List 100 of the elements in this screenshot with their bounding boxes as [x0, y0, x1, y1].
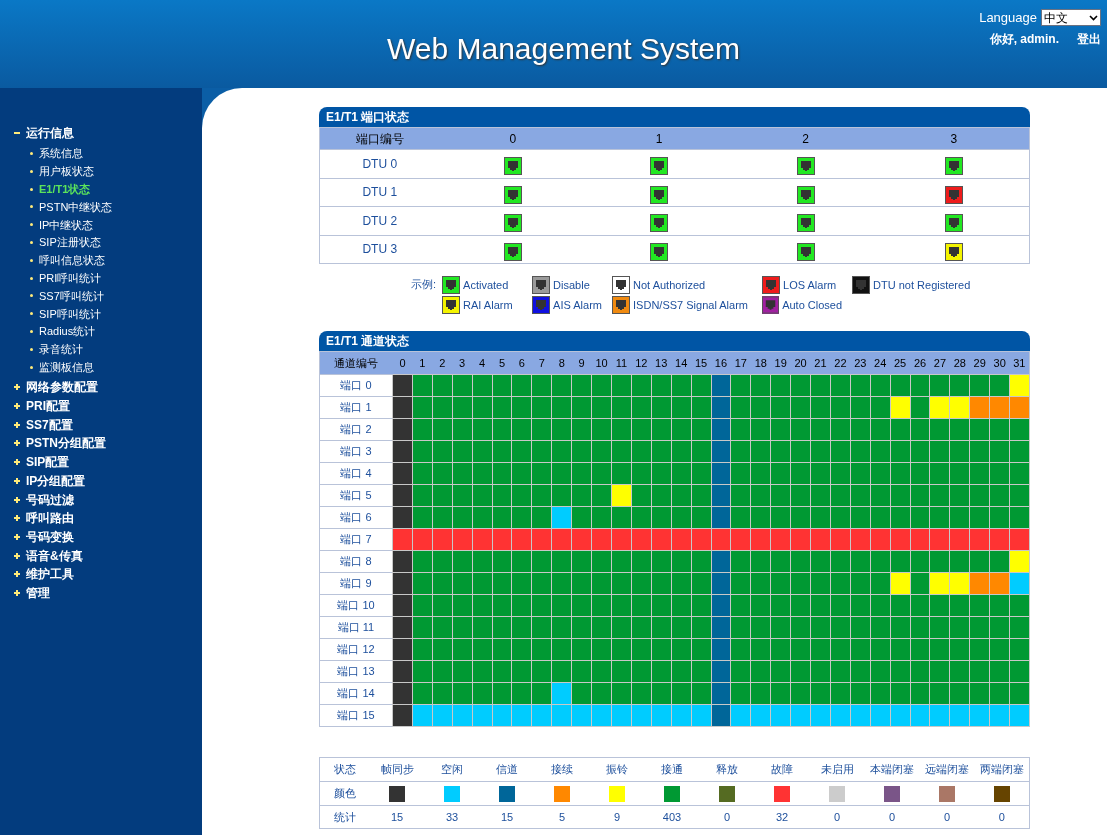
- column-header: 12: [631, 351, 652, 375]
- column-header: 10: [591, 351, 612, 375]
- column-header: 通道编号: [319, 351, 393, 375]
- count-text: 33: [424, 805, 480, 829]
- language-label: Language: [979, 9, 1037, 27]
- column-header: 26: [910, 351, 930, 375]
- status-label: 振铃: [589, 757, 645, 782]
- submenu-item[interactable]: PSTN中继状态: [30, 198, 202, 216]
- column-header: 4: [472, 351, 493, 375]
- legend-text: LOS Alarm: [783, 277, 837, 293]
- submenu-item[interactable]: SIP注册状态: [30, 233, 202, 252]
- menu-item[interactable]: SIP配置: [14, 452, 202, 472]
- menu-item[interactable]: 管理: [14, 583, 202, 603]
- status-label: 接续: [534, 757, 590, 782]
- column-header: 23: [850, 351, 871, 375]
- submenu-item[interactable]: 系统信息: [30, 144, 202, 163]
- language-select[interactable]: 中文: [1041, 9, 1101, 27]
- count-text: 15: [369, 805, 425, 829]
- menu-item[interactable]: PRI配置: [14, 396, 202, 416]
- column-header: 端口编号: [319, 127, 440, 150]
- column-header: 22: [830, 351, 851, 375]
- legend-text: Not Authorized: [633, 277, 706, 293]
- column-header: 3: [452, 351, 473, 375]
- legend-text: DTU not Registered: [873, 277, 971, 293]
- column-header: 20: [790, 351, 811, 375]
- status-label: 故障: [754, 757, 810, 782]
- column-header: 1: [585, 127, 733, 150]
- menu-item[interactable]: 网络参数配置: [14, 378, 202, 397]
- status-label: 释放: [699, 757, 755, 782]
- menu-item[interactable]: 运行信息: [14, 124, 202, 143]
- column-header: 5: [492, 351, 512, 375]
- column-header: 9: [571, 351, 592, 375]
- menu-item[interactable]: 语音&传真: [14, 546, 202, 565]
- column-header: 21: [810, 351, 831, 375]
- count-text: 0: [974, 805, 1030, 829]
- column-header: 25: [890, 351, 911, 375]
- count-text: 5: [534, 805, 590, 829]
- legend-text: Disable: [553, 277, 590, 293]
- count-text: 0: [809, 805, 865, 829]
- column-header: 0: [392, 351, 413, 375]
- column-header: 28: [949, 351, 970, 375]
- row-label: DTU 1: [319, 178, 440, 207]
- row-label: DTU 2: [319, 206, 440, 235]
- column-header: 27: [929, 351, 950, 375]
- legend-text: ISDN/SS7 Signal Alarm: [633, 297, 748, 313]
- column-header: 15: [691, 351, 711, 375]
- logout-link[interactable]: 登出: [1077, 29, 1101, 48]
- column-header: 1: [412, 351, 433, 375]
- legend-label: 示例:: [411, 277, 437, 292]
- greeting-text: 你好, admin.: [989, 30, 1059, 48]
- legend-text: RAI Alarm: [463, 297, 513, 313]
- submenu-item[interactable]: PRI呼叫统计: [30, 269, 202, 288]
- caret-icon: [1089, 14, 1098, 21]
- count-text: 9: [589, 805, 645, 829]
- column-header: 19: [770, 351, 791, 375]
- submenu-item[interactable]: SS7呼叫统计: [30, 287, 202, 305]
- panel-title: E1/T1 端口状态: [319, 107, 1030, 127]
- column-header: 3: [878, 127, 1030, 150]
- count-text: 15: [479, 805, 535, 829]
- panel-title: E1/T1 通道状态: [319, 331, 1030, 351]
- row-label: 颜色: [319, 781, 370, 806]
- menu-item[interactable]: 号码过滤: [14, 490, 202, 509]
- legend-text: Auto Closed: [782, 297, 843, 313]
- status-label: 本端闭塞: [864, 757, 920, 782]
- status-label: 帧同步: [369, 757, 425, 782]
- column-header: 24: [870, 351, 891, 375]
- menu-item[interactable]: 维护工具: [14, 564, 202, 584]
- column-header: 2: [732, 127, 879, 150]
- column-header: 31: [1009, 351, 1030, 375]
- status-label: 接通: [644, 757, 700, 782]
- status-label: 两端闭塞: [974, 757, 1030, 782]
- row-label: 状态: [319, 757, 370, 782]
- status-label: 空闲: [424, 757, 480, 782]
- menu-item[interactable]: 号码变换: [14, 527, 202, 547]
- submenu-item[interactable]: IP中继状态: [30, 215, 202, 234]
- column-header: 18: [750, 351, 771, 375]
- row-label: DTU 3: [319, 235, 440, 264]
- submenu-item[interactable]: 监测板信息: [30, 358, 202, 377]
- site-title: Web Management System: [387, 30, 740, 67]
- status-label: 远端闭塞: [919, 757, 975, 782]
- column-header: 13: [651, 351, 672, 375]
- count-text: 0: [864, 805, 920, 829]
- submenu-item[interactable]: 呼叫信息状态: [30, 251, 202, 270]
- menu-item[interactable]: IP分组配置: [14, 471, 202, 491]
- column-header: 11: [611, 351, 632, 375]
- submenu-item[interactable]: 用户板状态: [30, 162, 202, 181]
- column-header: 8: [551, 351, 572, 375]
- submenu-item[interactable]: SIP呼叫统计: [30, 304, 202, 323]
- menu-item[interactable]: SS7配置: [14, 415, 202, 435]
- column-header: 30: [989, 351, 1010, 375]
- count-text: 32: [754, 805, 810, 829]
- submenu-item[interactable]: Radius统计: [30, 322, 202, 341]
- row-label: 统计: [319, 805, 370, 829]
- menu-item[interactable]: PSTN分组配置: [14, 434, 202, 453]
- submenu-item[interactable]: 录音统计: [30, 340, 202, 359]
- status-label: 未启用: [809, 757, 865, 782]
- submenu-item[interactable]: E1/T1状态: [30, 180, 202, 199]
- column-header: 29: [969, 351, 990, 375]
- menu-item[interactable]: 呼叫路由: [14, 508, 202, 528]
- status-label: 信道: [479, 757, 535, 782]
